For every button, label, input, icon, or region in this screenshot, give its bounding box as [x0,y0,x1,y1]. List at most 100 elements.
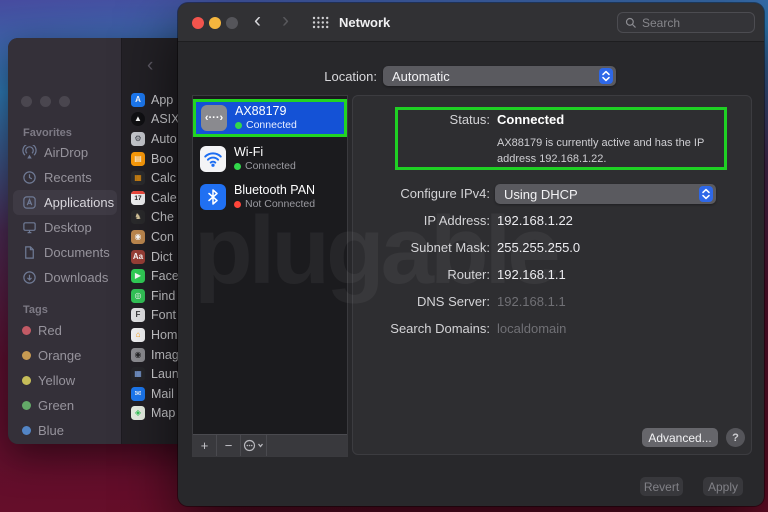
zoom-icon [226,17,238,29]
file-icon-glyph: A [135,96,141,104]
window-title: Network [339,15,390,30]
router-value: 192.168.1.1 [497,267,566,282]
action-menu-button[interactable] [241,435,267,456]
file-label: Boo [151,152,173,166]
dns-server-row: DNS Server: 192.168.1.1 [340,294,740,312]
tag-dot [22,376,31,385]
close-icon[interactable] [192,17,204,29]
search-domains-label: Search Domains: [340,321,490,336]
tag-red[interactable]: Red [13,318,117,343]
revert-button[interactable]: Revert [640,477,683,496]
ellipsis-circle-icon [243,439,265,452]
apply-button[interactable]: Apply [703,477,743,496]
configure-ipv4-dropdown[interactable]: Using DHCP [495,184,716,204]
file-label: Imag [151,348,179,362]
dropdown-stepper-icon [699,186,713,202]
file-label: Con [151,230,174,244]
file-icon-glyph: ▤ [134,155,142,163]
minimize-icon[interactable] [209,17,221,29]
tag-blue[interactable]: Blue [13,418,117,443]
close-icon[interactable] [21,96,32,107]
appstore-icon: A [131,93,145,107]
back-chevron-icon[interactable]: ‹ [254,10,261,31]
tags-header: Tags [23,304,48,316]
router-row: Router: 192.168.1.1 [340,267,740,285]
minimize-icon[interactable] [40,96,51,107]
sidebar-label: AirDrop [44,145,88,160]
sidebar-item-downloads[interactable]: Downloads [13,265,117,290]
file-icon-glyph: ⚙ [134,135,141,143]
tag-yellow[interactable]: Yellow [13,368,117,393]
file-label: Che [151,210,174,224]
router-label: Router: [340,267,490,282]
bluetooth-icon [200,184,226,210]
file-label: Calc [151,171,176,185]
sidebar-item-airdrop[interactable]: AirDrop [13,140,117,165]
file-icon-glyph: ◎ [135,292,142,300]
status-value: Connected [497,112,564,127]
launchpad-icon: ▦ [131,367,145,381]
search-placeholder: Search [642,16,680,30]
location-dropdown[interactable]: Automatic [383,66,616,86]
sidebar-label: Recents [44,170,92,185]
file-icon-glyph: ▶ [135,272,141,280]
file-icon-glyph: ⌂ [136,331,141,339]
service-name: AX88179 [235,104,297,120]
facetime-icon: ▶ [131,269,145,283]
sidebar-label: Desktop [44,220,92,235]
sidebar-label: Documents [44,245,110,260]
imagecapture-icon: ◉ [131,348,145,362]
location-label: Location: [278,69,377,84]
add-service-button[interactable]: + [193,435,217,456]
file-icon-glyph: ▦ [134,370,142,378]
advanced-button[interactable]: Advanced... [642,428,718,447]
sidebar-item-applications[interactable]: Applications [13,190,117,215]
configure-ipv4-label: Configure IPv4: [340,186,490,201]
tag-purple[interactable]: Purple [13,443,117,444]
clock-icon [22,170,37,185]
sidebar-item-desktop[interactable]: Desktop [13,215,117,240]
tag-dot [22,426,31,435]
search-input[interactable]: Search [617,12,755,33]
mail-icon: ✉ [131,387,145,401]
titlebar: ‹ › Network Search [178,3,764,42]
service-row-wifi[interactable]: Wi-Fi Connected [193,141,347,177]
location-value: Automatic [392,69,450,84]
service-row-ax88179[interactable]: ‹···› AX88179 Connected [193,99,347,137]
file-icon-glyph: ◈ [135,409,141,417]
tag-label: Red [38,323,62,338]
zoom-icon[interactable] [59,96,70,107]
back-chevron-icon[interactable]: ‹ [147,56,153,75]
file-label: Map [151,406,175,420]
books-icon: ▤ [131,152,145,166]
contacts-icon: ◉ [131,230,145,244]
service-list: ‹···› AX88179 Connected Wi-Fi Connected … [192,95,348,457]
help-button[interactable]: ? [726,428,745,447]
sidebar-label: Applications [44,195,114,210]
show-all-grid-icon[interactable] [312,16,329,29]
file-icon-glyph: ✉ [135,390,142,398]
ip-address-row: IP Address: 192.168.1.22 [340,213,740,231]
remove-service-button[interactable]: − [217,435,241,456]
tag-orange[interactable]: Orange [13,343,117,368]
sidebar-item-recents[interactable]: Recents [13,165,117,190]
finder-sidebar: Favorites AirDrop Recents Applications D… [8,38,122,444]
file-label: Face [151,269,179,283]
ethernet-adapter-icon: ‹···› [201,105,227,131]
asix-icon: ▲ [131,112,145,126]
status-dot-connected [234,163,241,170]
status-row: Status: Connected [340,112,740,130]
dictionary-icon: Aa [131,250,145,264]
tag-green[interactable]: Green [13,393,117,418]
service-row-bluetooth-pan[interactable]: Bluetooth PAN Not Connected [193,179,347,215]
status-dot-connected [235,122,242,129]
subnet-mask-label: Subnet Mask: [340,240,490,255]
file-icon-glyph: ♞ [134,213,141,221]
dns-server-label: DNS Server: [340,294,490,309]
subnet-mask-value: 255.255.255.0 [497,240,580,255]
sidebar-item-documents[interactable]: Documents [13,240,117,265]
tag-label: Green [38,398,74,413]
file-label: App [151,93,173,107]
chess-icon: ♞ [131,210,145,224]
status-dot-not-connected [234,201,241,208]
